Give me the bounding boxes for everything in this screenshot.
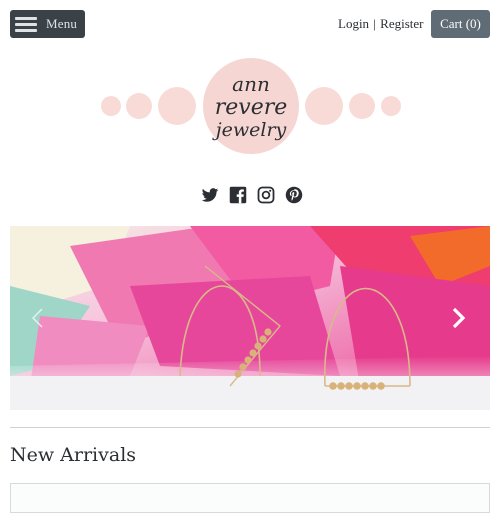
chevron-left-icon[interactable] [26, 306, 50, 330]
cart-button[interactable]: Cart (0) [431, 10, 490, 38]
hero-slideshow[interactable] [10, 226, 490, 410]
logo-text-line2: revere [215, 95, 288, 120]
instagram-icon[interactable] [257, 186, 275, 204]
section-divider [10, 427, 490, 428]
login-link[interactable]: Login [338, 16, 369, 31]
logo-graphic: ann revere jewelry [101, 58, 401, 154]
menu-label: Menu [46, 16, 78, 31]
separator: | [373, 16, 376, 31]
section-title: New Arrivals [10, 444, 137, 466]
chevron-right-icon[interactable] [446, 306, 470, 330]
hero-slide-image [10, 226, 490, 410]
store-logo[interactable]: ann revere jewelry [100, 58, 402, 154]
logo-text-line3: jewelry [212, 119, 287, 141]
facebook-icon[interactable] [229, 186, 247, 204]
social-links [201, 186, 303, 204]
hamburger-icon [15, 16, 37, 32]
product-card[interactable] [10, 483, 490, 513]
register-link[interactable]: Register [380, 16, 423, 31]
logo-text-line1: ann [232, 72, 270, 96]
menu-button[interactable]: Menu [10, 10, 85, 38]
account-links: Login | Register [338, 16, 424, 32]
pinterest-icon[interactable] [285, 186, 303, 204]
twitter-icon[interactable] [201, 186, 219, 204]
